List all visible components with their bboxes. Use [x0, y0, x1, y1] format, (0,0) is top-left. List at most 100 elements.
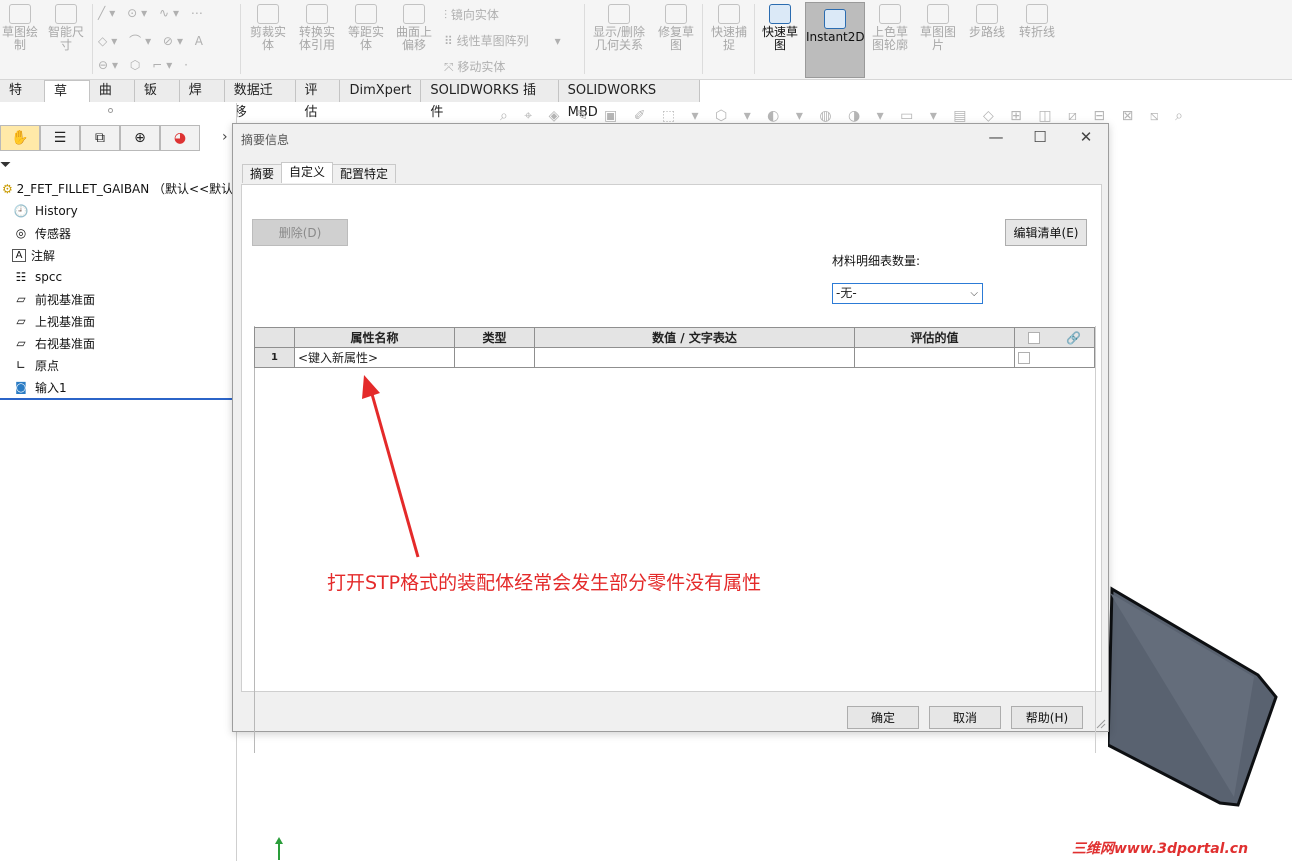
- ok-button[interactable]: 确定: [847, 706, 919, 729]
- bom-quantity-value: -无-: [836, 286, 857, 300]
- cancel-button[interactable]: 取消: [929, 706, 1001, 729]
- new-property-cell[interactable]: <键入新属性>: [294, 347, 455, 368]
- mirror-button[interactable]: ⫶ 镜向实体: [444, 6, 499, 23]
- move-entities-button[interactable]: ⤧ 移动实体: [444, 58, 505, 75]
- history-icon: 🕘: [13, 204, 29, 218]
- shaded-contour-icon: [879, 4, 901, 24]
- jog-line-button[interactable]: 转折线: [1014, 4, 1060, 39]
- watermark: 三维网www.3dportal.cn: [1072, 841, 1249, 857]
- sketch-picture-button[interactable]: 草图图片: [916, 4, 960, 52]
- panel-tabs: ✋ ☰ ⧉ ⊕ ◕: [0, 125, 200, 151]
- tree-item-material[interactable]: ☷ spcc: [12, 267, 62, 287]
- tab-sketch[interactable]: 草图: [44, 80, 90, 121]
- property-manager-tab[interactable]: ☰: [40, 125, 80, 151]
- resize-grip-icon[interactable]: [1094, 717, 1106, 729]
- column-header-type[interactable]: 类型: [454, 327, 535, 348]
- panel-more-chevron-icon[interactable]: ›: [222, 129, 228, 145]
- ribbon-separator: [584, 4, 585, 74]
- sketch-button[interactable]: 草图绘制: [0, 4, 40, 52]
- smart-dimension-button[interactable]: 智能尺寸: [44, 4, 88, 52]
- ribbon-separator: [702, 4, 703, 74]
- instant2d-button[interactable]: Instant2D: [805, 2, 865, 78]
- panel-grip[interactable]: [108, 108, 113, 113]
- picture-icon: [927, 4, 949, 24]
- tab-surfaces[interactable]: 曲面: [89, 80, 135, 120]
- properties-table: 属性名称 类型 数值 / 文字表达 评估的值 🔗 1 <键入新属性>: [254, 327, 1095, 368]
- sensor-icon: ◎: [15, 226, 27, 240]
- property-list-icon: ☰: [53, 130, 67, 146]
- tab-addins[interactable]: SOLIDWORKS 插件: [421, 80, 559, 120]
- tree-item-imported[interactable]: ◙ 输入1: [12, 377, 66, 397]
- maximize-icon[interactable]: ☐: [1025, 128, 1055, 146]
- tree-item-annotations[interactable]: A 注解: [12, 245, 55, 265]
- configuration-icon: ⧉: [95, 130, 105, 146]
- minimize-icon[interactable]: —: [981, 128, 1011, 146]
- tab-summary[interactable]: 摘要: [242, 164, 283, 183]
- tree-item-front-plane[interactable]: ▱ 前视基准面: [12, 289, 95, 309]
- rapid-sketch-button[interactable]: 快速草图: [758, 4, 802, 52]
- filter-icon[interactable]: ⏷: [0, 157, 11, 173]
- tab-configuration-specific[interactable]: 配置特定: [332, 164, 397, 183]
- row-checkbox[interactable]: [1018, 352, 1030, 364]
- ribbon-separator: [754, 4, 755, 74]
- tree-root-part[interactable]: ⚙ 2_FET_FILLET_GAIBAN （默认<<默认>_显: [2, 180, 261, 197]
- slot-tools-icons[interactable]: ⊖▾ ⬡ ⌐▾ ·: [98, 58, 192, 72]
- part-model-graphic[interactable]: [1108, 585, 1292, 855]
- row-number: 1: [254, 347, 295, 368]
- tree-item-right-plane[interactable]: ▱ 右视基准面: [12, 333, 95, 353]
- type-cell[interactable]: [454, 347, 535, 368]
- tree-item-top-plane[interactable]: ▱ 上视基准面: [12, 311, 95, 331]
- dimxpert-manager-tab[interactable]: ⊕: [120, 125, 160, 151]
- quick-snaps-button[interactable]: 快速捕捉: [708, 4, 750, 52]
- display-delete-relations-button[interactable]: 显示/删除几何关系: [590, 4, 648, 52]
- column-header-value[interactable]: 数值 / 文字表达: [534, 327, 855, 348]
- heads-up-view-toolbar[interactable]: ⌕ ⌖ ◈ ✎ ▣ ✐ ⬚ ▾ ⬡ ▾ ◐ ▾ ◍ ◑ ▾ ▭ ▾ ▤ ◇ ⊞ …: [500, 108, 1189, 124]
- column-header-property-name[interactable]: 属性名称: [294, 327, 455, 348]
- tab-weldments[interactable]: 焊件: [179, 80, 225, 120]
- link-cell[interactable]: [1014, 347, 1095, 368]
- configuration-manager-tab[interactable]: ⧉: [80, 125, 120, 151]
- evaluated-cell: [854, 347, 1015, 368]
- shaded-sketch-contours-button[interactable]: 上色草图轮廓: [868, 4, 912, 52]
- linear-pattern-button[interactable]: ⠿ 线性草图阵列 ▾: [444, 32, 561, 49]
- tab-features[interactable]: 特征: [0, 80, 45, 120]
- repair-sketch-button[interactable]: 修复草图: [654, 4, 698, 52]
- rollback-bar[interactable]: [0, 398, 236, 400]
- annotation-text: 打开STP格式的装配体经常会发生部分零件没有属性: [327, 572, 762, 594]
- tab-dimxpert[interactable]: DimXpert: [340, 80, 422, 102]
- help-button[interactable]: 帮助(H): [1011, 706, 1083, 729]
- tab-evaluate[interactable]: 评估: [295, 80, 341, 120]
- convert-entities-button[interactable]: 转换实体引用: [294, 4, 340, 52]
- relations-icon: [608, 4, 630, 24]
- tree-item-history[interactable]: 🕘 History: [12, 201, 78, 221]
- tab-mbd[interactable]: SOLIDWORKS MBD: [558, 80, 700, 120]
- select-all-checkbox[interactable]: [1028, 332, 1041, 344]
- summary-info-dialog: 摘要信息 — ☐ ✕ 摘要 自定义 配置特定 删除(D) 材料明细表数量: -无…: [232, 123, 1109, 753]
- route-line-button[interactable]: 步路线: [964, 4, 1010, 39]
- offset-icon: [355, 4, 377, 24]
- move-icon: ⤧: [444, 60, 458, 74]
- value-cell[interactable]: [534, 347, 855, 368]
- tab-data-migration[interactable]: 数据迁移: [224, 80, 296, 120]
- sketch-tools-icons[interactable]: ╱▾ ⊙▾ ∿▾ ⋯: [98, 6, 207, 20]
- delete-button[interactable]: 删除(D): [252, 219, 348, 246]
- feature-manager-tab[interactable]: ✋: [0, 125, 40, 151]
- tree-item-origin[interactable]: ∟ 原点: [12, 355, 59, 375]
- tab-custom[interactable]: 自定义: [281, 162, 334, 183]
- tab-sheet-metal[interactable]: 钣金: [134, 80, 180, 120]
- shape-tools-icons[interactable]: ◇▾ ⌒▾ ⊘▾ A: [98, 32, 207, 49]
- custom-properties-pane: 删除(D) 材料明细表数量: -无- ⌵ 编辑清单(E) 属性名称 类型 数值 …: [241, 184, 1102, 753]
- bom-quantity-select[interactable]: -无- ⌵: [832, 283, 983, 304]
- ribbon-separator: [92, 4, 93, 74]
- close-icon[interactable]: ✕: [1071, 128, 1101, 146]
- column-header-evaluated[interactable]: 评估的值: [854, 327, 1015, 348]
- trim-button[interactable]: 剪裁实体: [246, 4, 290, 52]
- link-column-header[interactable]: 🔗: [1014, 327, 1095, 348]
- offset-on-surface-button[interactable]: 曲面上偏移: [392, 4, 436, 52]
- edit-list-button[interactable]: 编辑清单(E): [1005, 219, 1087, 246]
- display-manager-tab[interactable]: ◕: [160, 125, 200, 151]
- offset-entities-button[interactable]: 等距实体: [344, 4, 388, 52]
- bom-quantity-label: 材料明细表数量:: [832, 254, 921, 268]
- repair-icon: [665, 4, 687, 24]
- tree-item-sensors[interactable]: ◎ 传感器: [12, 223, 71, 243]
